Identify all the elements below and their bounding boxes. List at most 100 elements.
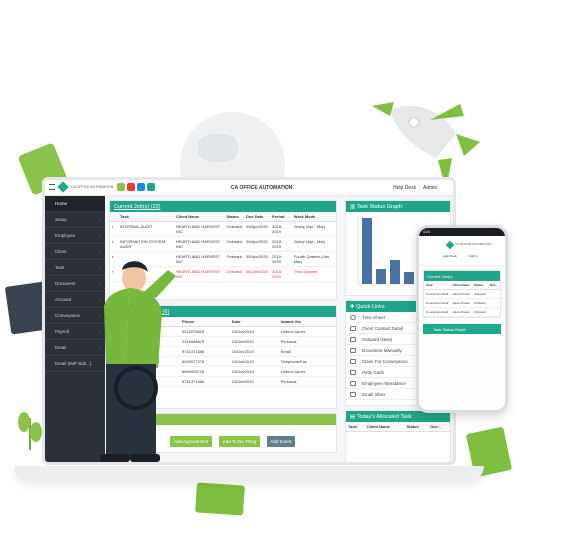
add-event-button[interactable]: Add Event	[266, 436, 296, 447]
panel-title: Today's Allocated Task	[356, 414, 412, 420]
notification-badges[interactable]	[117, 183, 161, 191]
date-cell: 10/Oct/2019	[229, 366, 279, 377]
due-date-cell: 30/Apr/2020	[243, 221, 271, 237]
phone-admin-menu[interactable]: Admin	[469, 254, 478, 258]
work-mode-cell: Yearly (Apr - Mar)	[291, 236, 336, 252]
sidebar-item-label: Document	[55, 281, 76, 286]
period-cell: 2019-2020	[270, 266, 292, 282]
table-row[interactable]: ▪ INFORMATION SYSTEM AUDIT HEARTLAND HAR…	[110, 236, 336, 252]
phone-cell: 2316548675	[180, 336, 230, 347]
column-header[interactable]: Phone	[180, 317, 230, 327]
brand-name: CA OFFICE AUTOMATION	[71, 185, 114, 189]
client-cell: Adam Power	[450, 298, 472, 308]
status-bar[interactable]	[404, 272, 414, 284]
phone-cell: 9741371666	[180, 346, 230, 357]
allocated-task-table: Task Client Name Status Due...	[346, 422, 450, 432]
task-cell: INFORMATION SYSTEM AUDIT	[118, 236, 175, 252]
top-navbar: CA OFFICE AUTOMATION CA OFFICE AUTOMATIO…	[45, 180, 453, 196]
date-cell: 10/Oct/2019	[229, 346, 279, 357]
app-title: CA OFFICE AUTOMATION	[231, 185, 293, 191]
sidebar-item-label: Conveyance	[55, 313, 81, 318]
panel-header: ▥ Task Status Graph	[346, 201, 450, 212]
table-header-row: Task Client Name Status Due Date Period …	[110, 212, 336, 222]
panel-title: Task Status Graph	[356, 204, 402, 210]
column-header[interactable]: Due...	[428, 422, 450, 432]
panel-header: Current Job(s) (22)	[110, 201, 336, 212]
table-row[interactable]: Concurrent Audit Adam Power Onboard	[424, 298, 500, 308]
column-header[interactable]: Due Date	[243, 212, 271, 222]
panel-title: Quick Links	[356, 304, 385, 310]
status-bar[interactable]	[362, 218, 372, 284]
column-header[interactable]: Date	[229, 317, 279, 327]
person-illustration	[100, 261, 176, 462]
sidebar-item-setup[interactable]: Setup ›	[45, 212, 105, 228]
clock-icon	[350, 315, 356, 320]
quick-link-label: Document Manually	[362, 348, 402, 353]
table-header-row: Task Client Name Status Due...	[346, 422, 450, 432]
chart-icon: ▥	[350, 204, 357, 210]
menu-icon[interactable]	[49, 184, 55, 190]
column-header[interactable]: Work Mode	[291, 212, 336, 222]
status-cell: Onboard	[224, 251, 244, 267]
column-header[interactable]: Status	[404, 422, 429, 432]
sidebar-item-employee[interactable]: Employee ›	[45, 228, 105, 244]
car-icon	[350, 359, 356, 364]
table-header-row: Task Client Name Status Due...	[424, 281, 500, 290]
task-icon: ▤	[350, 414, 357, 420]
column-header[interactable]: Task	[118, 212, 175, 222]
cash-icon	[350, 370, 356, 375]
column-header[interactable]: Client Name	[364, 422, 405, 432]
phone-header: CA OFFICE AUTOMATION Help Desk Admin	[419, 236, 505, 266]
hero-illustration: CA OFFICE AUTOMATION CA OFFICE AUTOMATIO…	[0, 0, 564, 534]
column-header[interactable]: Inward Via	[278, 317, 336, 327]
column-header[interactable]: Status	[471, 281, 488, 290]
phone-cell: 6659926718	[180, 366, 230, 377]
period-cell: 2019-2020	[270, 251, 292, 267]
date-cell: 10/Oct/2019	[229, 326, 279, 337]
quick-link-label: Time Sheet	[362, 315, 385, 320]
phone-cell: 6549977278	[180, 356, 230, 367]
sidebar-item-home[interactable]: Home	[45, 196, 105, 212]
outward-icon	[350, 337, 356, 342]
status-bar[interactable]	[376, 269, 386, 284]
phone-cell: 9013076629	[180, 326, 230, 337]
table-row[interactable]: Concurrent Audit Adam Power Onboard	[424, 289, 500, 299]
task-cell: INTERNAL AUDIT	[118, 221, 175, 237]
date-cell: 10/Oct/2019	[229, 376, 279, 387]
plant-icon	[18, 412, 42, 450]
phone-jobs-table: Task Client Name Status Due... Concurren…	[424, 281, 500, 317]
status-cell: Onboard	[224, 266, 244, 282]
admin-menu[interactable]: Admin	[423, 185, 437, 191]
contact-icon	[350, 326, 356, 331]
column-header[interactable]: Status	[224, 212, 244, 222]
phone-brand: CA OFFICE AUTOMATION	[455, 242, 492, 246]
panel-title[interactable]: Current Job(s)	[427, 274, 453, 279]
date-cell: 10/Oct/2019	[229, 356, 279, 367]
panel-header: Current Job(s)	[424, 271, 500, 281]
table-row[interactable]: Concurrent Audit Adam Power Onboard	[424, 307, 500, 317]
add-todo-button[interactable]: Add To Do Thing	[218, 436, 261, 447]
current-jobs-link[interactable]: Current Job(s) (22)	[114, 204, 160, 210]
sidebar-item-label: Email (IMP Sub...)	[55, 361, 92, 366]
sidebar-item-label: Employee	[55, 233, 76, 238]
logo	[445, 240, 455, 250]
column-header[interactable]: Task	[424, 281, 451, 290]
column-header[interactable]: Client Name	[174, 212, 225, 222]
phone-task-graph-button[interactable]: Task Status Graph	[423, 324, 501, 334]
column-header[interactable]: Client Name	[450, 281, 472, 290]
column-header[interactable]: Task	[346, 422, 365, 432]
table-row[interactable]: ▪ INTERNAL AUDIT HEARTLAND HARVEST INC O…	[110, 221, 336, 237]
column-header[interactable]: Due...	[487, 281, 500, 290]
column-header[interactable]: Period	[270, 212, 292, 222]
calendar-icon	[350, 381, 356, 386]
inward-via-cell: Email	[278, 346, 336, 357]
due-date-cell: 06/Jan/2020	[243, 266, 271, 282]
due-date-cell: 30/Apr/2020	[243, 251, 271, 267]
allocated-task-panel: ▤ Today's Allocated Task Task Client Nam…	[345, 410, 451, 462]
phone-user-menu[interactable]: Help Desk	[443, 254, 457, 258]
status-time: 4:24	[423, 230, 430, 234]
status-bar[interactable]	[390, 260, 400, 284]
user-menu[interactable]: Help Desk	[393, 185, 416, 191]
quick-link-label: Outward (New)	[362, 337, 393, 342]
sidebar-item-label: Email	[55, 345, 67, 350]
